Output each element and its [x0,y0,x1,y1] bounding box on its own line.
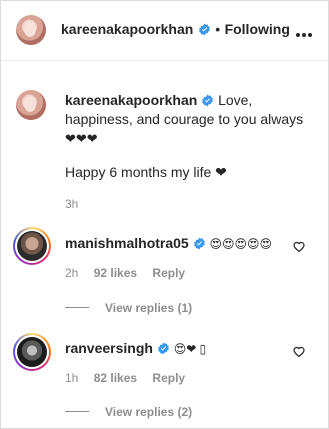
heart-outline-icon[interactable] [293,241,305,253]
replies-divider-line [65,411,89,413]
more-options-icon[interactable] [296,24,316,37]
post-comments-panel: kareenakapoorkhan • Following kareenakap… [0,0,329,429]
caption-block: kareenakapoorkhan Love, happiness, and c… [65,91,315,148]
comment-row: ranveersingh 😍❤ ▯ [65,339,206,359]
caption-timestamp[interactable]: 3h [65,197,78,211]
caption-avatar[interactable] [16,90,46,120]
verified-badge-icon [202,94,214,107]
comment-text: 😍😍😍😍😍 [209,237,273,251]
comment-row: manishmalhotra05 😍😍😍😍😍 [65,234,272,254]
view-replies-button[interactable]: View replies (2) [105,405,192,419]
view-replies-row[interactable]: View replies (2) [65,403,192,421]
heart-outline-icon[interactable] [293,346,305,358]
comment-reply-button[interactable]: Reply [152,371,185,385]
verified-badge-icon [157,342,169,355]
header-avatar[interactable] [16,15,46,45]
comment-likes[interactable]: 82 likes [94,371,137,385]
verified-badge-icon [193,237,205,250]
post-header: kareenakapoorkhan • Following [1,1,328,61]
caption-text-line3: Happy 6 months my life ❤ [65,164,227,180]
comment-avatar [17,231,47,261]
comment-timestamp[interactable]: 2h [65,266,78,280]
caption-text-line2: happiness, and courage to you always [65,111,304,127]
view-replies-row[interactable]: View replies (1) [65,299,192,317]
comment-avatar-ring[interactable] [13,333,51,371]
header-separator: • [215,21,221,37]
comment-avatar-ring[interactable] [13,227,51,265]
comment-avatar [17,337,47,367]
replies-divider-line [65,307,89,309]
caption-text-start: Love, [218,92,253,108]
following-button[interactable]: Following [225,21,290,37]
comment-text: 😍❤ ▯ [173,342,207,356]
verified-badge-icon [198,23,210,36]
comment-likes[interactable]: 92 likes [94,266,137,280]
comment-username[interactable]: ranveersingh [65,340,153,356]
view-replies-button[interactable]: View replies (1) [105,301,192,315]
caption-hearts: ❤❤❤ [65,131,98,146]
comment-username[interactable]: manishmalhotra05 [65,235,189,251]
comment-reply-button[interactable]: Reply [152,266,185,280]
comment-timestamp[interactable]: 1h [65,371,78,385]
comment-meta: 1h 82 likes Reply [65,371,185,385]
comment-meta: 2h 92 likes Reply [65,266,185,280]
caption-username[interactable]: kareenakapoorkhan [65,92,197,108]
header-username[interactable]: kareenakapoorkhan [61,21,193,37]
